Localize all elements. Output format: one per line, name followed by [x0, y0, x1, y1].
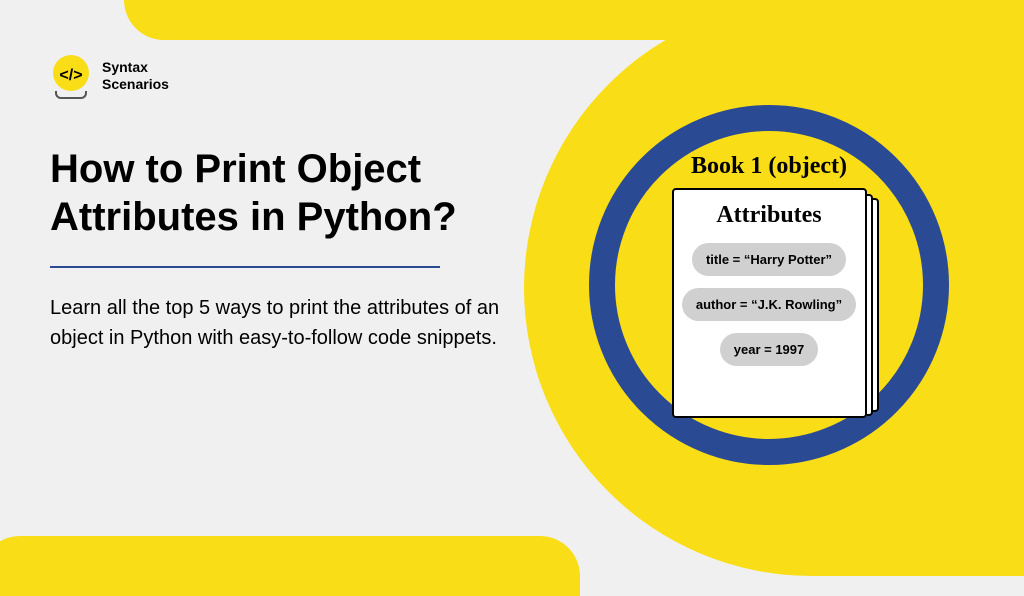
attribute-pill: year = 1997 [720, 333, 818, 366]
book-icon: Attributes title = “Harry Potter” author… [672, 188, 867, 418]
brand-name-line2: Scenarios [102, 76, 169, 93]
book-pages-edge [867, 194, 873, 416]
bg-shape-top [124, 0, 824, 40]
description-text: Learn all the top 5 ways to print the at… [50, 293, 530, 353]
brand-name: Syntax Scenarios [102, 59, 169, 93]
outer-ring: Book 1 (object) Attributes title = “Harr… [589, 105, 949, 465]
main-content: How to Print Object Attributes in Python… [50, 145, 530, 353]
book-pages-edge-2 [873, 198, 879, 412]
brand-logo: </> Syntax Scenarios [50, 55, 169, 97]
title-divider [50, 266, 440, 268]
logo-icon: </> [50, 55, 92, 97]
illustration-circle: Book 1 (object) Attributes title = “Harr… [589, 105, 949, 465]
attribute-pill: author = “J.K. Rowling” [682, 288, 856, 321]
bg-shape-bottom [0, 536, 580, 596]
brand-name-line1: Syntax [102, 59, 169, 76]
attribute-pill: title = “Harry Potter” [692, 243, 846, 276]
code-glyph-icon: </> [59, 67, 82, 85]
page-title: How to Print Object Attributes in Python… [50, 145, 530, 241]
attributes-header: Attributes [716, 202, 821, 229]
object-label: Book 1 (object) [691, 153, 847, 180]
